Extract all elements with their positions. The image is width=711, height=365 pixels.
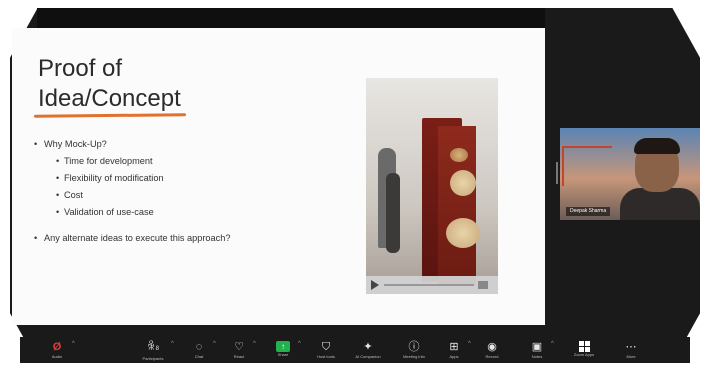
info-icon: ⓘ <box>408 341 420 353</box>
slide-title-line2: Idea/Concept <box>38 85 181 112</box>
participant-video-tile[interactable]: Deepak Sharma <box>560 128 700 220</box>
toolbar-react[interactable]: ♡ React <box>228 341 250 365</box>
chevron-up-icon[interactable]: ^ <box>171 341 174 347</box>
participant-count: 8 <box>155 346 159 352</box>
chat-icon: ◌ <box>195 341 203 353</box>
toolbar-chat[interactable]: ◌ Chat <box>188 341 210 365</box>
participant-body <box>620 188 700 220</box>
toolbar-meeting-info[interactable]: ⓘ Meeting info <box>398 341 430 365</box>
toolbar-label: Audio <box>51 354 63 359</box>
toolbar-label: Share <box>277 352 289 357</box>
video-decor-circle <box>450 148 468 162</box>
toolbar-share[interactable]: ↑ Share <box>271 341 295 365</box>
toolbar-more[interactable]: ⋯ More <box>620 341 642 365</box>
participant-name: Deepak Sharma <box>566 207 611 216</box>
toolbar-zoom-apps[interactable]: Zoom Apps <box>564 341 604 365</box>
meeting-toolbar: Ø Audio ^ ꆜ8 Participants ^ ◌ Chat ^ ♡ R… <box>20 337 690 363</box>
toolbar-participants[interactable]: ꆜ8 Participants <box>138 341 168 365</box>
toolbar-label: Record <box>485 354 499 359</box>
toolbar-label: More <box>626 354 636 359</box>
toolbar-label: React <box>233 354 245 359</box>
chevron-up-icon[interactable]: ^ <box>213 341 216 347</box>
sparkle-icon: ✦ <box>363 341 373 353</box>
sub-bullet-cost: Cost <box>34 187 264 204</box>
volume-icon[interactable] <box>478 281 488 289</box>
toolbar-ai-companion[interactable]: ✦ AI Companion <box>350 341 386 365</box>
bridge-background <box>562 146 612 186</box>
toolbar-label: Zoom Apps <box>573 352 595 357</box>
bullet-gap <box>34 221 264 232</box>
sub-bullet-validation: Validation of use-case <box>34 204 264 221</box>
slide-title: Proof of Idea/Concept <box>38 54 181 114</box>
participant-hair <box>634 138 680 154</box>
chevron-up-icon[interactable]: ^ <box>468 341 471 347</box>
toolbar-label: Meeting info <box>403 354 425 359</box>
toolbar-audio[interactable]: Ø Audio <box>46 341 68 365</box>
toolbar-label: Apps <box>449 354 459 359</box>
grid-icon <box>578 341 590 352</box>
sub-bullet-time: Time for development <box>34 153 264 170</box>
zoom-window: Proof of Idea/Concept Why Mock-Up? Time … <box>0 0 711 365</box>
notes-icon: ▣ <box>531 341 543 353</box>
toolbar-apps[interactable]: ⊞ Apps <box>443 341 465 365</box>
sub-bullet-flexibility: Flexibility of modification <box>34 170 264 187</box>
record-icon: ◉ <box>487 341 497 353</box>
play-icon[interactable] <box>371 280 379 290</box>
toolbar-label: AI Companion <box>355 354 381 359</box>
video-decor-circle <box>450 170 476 196</box>
shared-slide: Proof of Idea/Concept Why Mock-Up? Time … <box>12 28 545 325</box>
more-icon: ⋯ <box>625 341 637 353</box>
bullet-list: Why Mock-Up? Time for development Flexib… <box>34 136 264 244</box>
apps-icon: ⊞ <box>449 341 459 353</box>
video-decor-circle <box>446 218 480 248</box>
bullet-alternate-ideas: Any alternate ideas to execute this appr… <box>34 232 234 244</box>
toolbar-notes[interactable]: ▣ Notes <box>526 341 548 365</box>
share-screen-icon: ↑ <box>276 341 290 352</box>
toolbar-label: Host tools <box>317 354 335 359</box>
participants-icon: ꆜ8 <box>147 341 159 353</box>
toolbar-record[interactable]: ◉ Record <box>480 341 504 365</box>
toolbar-label: Participants <box>142 356 164 361</box>
chevron-up-icon[interactable]: ^ <box>551 341 554 347</box>
video-scrubber[interactable] <box>384 284 474 286</box>
toolbar-label: Chat <box>194 354 204 359</box>
react-icon: ♡ <box>234 341 244 353</box>
embedded-video[interactable] <box>366 78 498 294</box>
video-person <box>386 173 400 253</box>
toolbar-label: Notes <box>531 354 543 359</box>
mic-muted-icon: Ø <box>52 341 62 353</box>
title-underline <box>33 113 187 118</box>
chevron-up-icon[interactable]: ^ <box>253 341 256 347</box>
video-controls <box>366 276 498 294</box>
slide-title-line1: Proof of <box>38 55 123 82</box>
chevron-up-icon[interactable]: ^ <box>72 341 75 347</box>
chevron-up-icon[interactable]: ^ <box>298 341 301 347</box>
panel-resize-handle[interactable] <box>556 162 558 184</box>
shield-icon: ⛉ <box>321 341 331 353</box>
toolbar-host-tools[interactable]: ⛉ Host tools <box>312 341 340 365</box>
top-bar <box>37 8 545 28</box>
bullet-why-mockup: Why Mock-Up? <box>34 136 264 153</box>
